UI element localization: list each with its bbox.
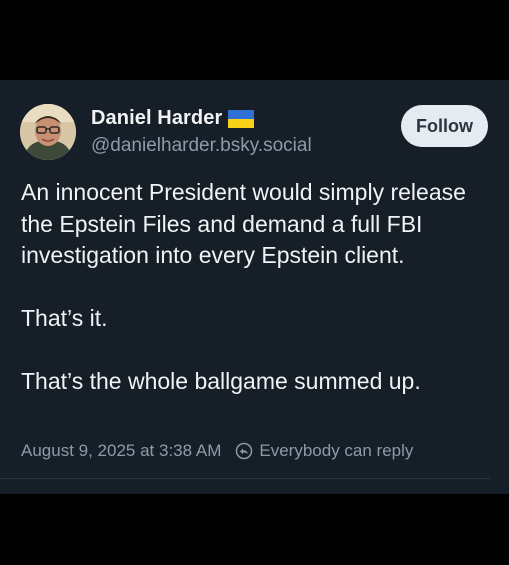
post-meta-row: August 9, 2025 at 3:38 AM Everybody can … (21, 441, 413, 461)
author-display-name[interactable]: Daniel Harder (91, 107, 222, 130)
author-handle[interactable]: @danielharder.bsky.social (91, 135, 312, 157)
reply-setting-label: Everybody can reply (259, 441, 414, 460)
post-card: Daniel Harder @danielharder.bsky.social … (0, 80, 509, 494)
divider (0, 478, 490, 479)
ukraine-flag-icon (228, 109, 255, 128)
author-name-row: Daniel Harder (91, 107, 255, 130)
post-timestamp[interactable]: August 9, 2025 at 3:38 AM (21, 441, 221, 461)
avatar-photo (20, 104, 76, 160)
post-paragraph-3: That’s the whole ballgame summed up. (21, 368, 421, 394)
screen: Daniel Harder @danielharder.bsky.social … (0, 0, 509, 565)
post-body: An innocent President would simply relea… (21, 177, 491, 398)
reply-permission-icon (235, 442, 253, 460)
post-paragraph-1: An innocent President would simply relea… (21, 179, 466, 268)
follow-button[interactable]: Follow (401, 105, 488, 147)
post-paragraph-2: That’s it. (21, 305, 108, 331)
avatar[interactable] (20, 104, 76, 160)
